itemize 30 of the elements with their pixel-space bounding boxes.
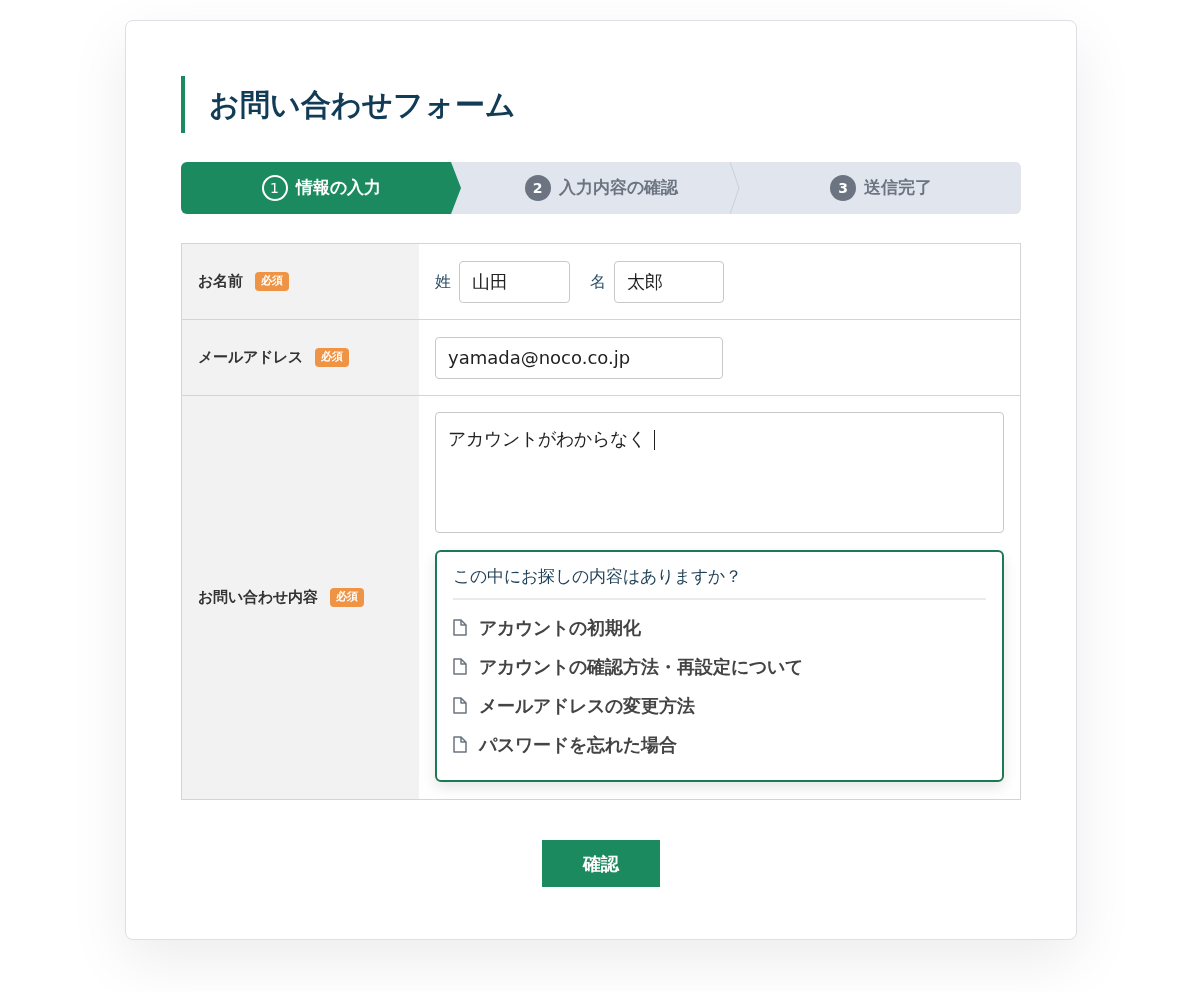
- step-number: 2: [524, 175, 551, 201]
- field-label: 姓: [435, 270, 451, 293]
- suggestion-heading: この中にお探しの内容はありますか？: [453, 564, 986, 600]
- first-name-field[interactable]: 太郎: [614, 260, 724, 303]
- required-badge: 必須: [255, 272, 289, 291]
- field-label: 名: [590, 270, 606, 293]
- step-number: 1: [261, 175, 288, 201]
- email-field[interactable]: yamada@noco.co.jp: [435, 336, 723, 379]
- document-icon: [453, 618, 467, 636]
- required-badge: 必須: [315, 348, 349, 367]
- step-separator: [729, 162, 741, 214]
- suggestion-link[interactable]: アカウントの確認方法・再設定について: [479, 652, 803, 680]
- document-icon: [453, 735, 467, 753]
- suggestion-link[interactable]: パスワードを忘れた場合: [479, 730, 677, 758]
- confirm-button[interactable]: 確認: [542, 840, 660, 887]
- document-icon: [453, 696, 467, 714]
- last-name-field[interactable]: 山田: [459, 260, 570, 303]
- suggestion-link[interactable]: メールアドレスの変更方法: [479, 691, 695, 719]
- step-label: 入力内容の確認: [558, 176, 678, 200]
- step-label: 情報の入力: [295, 176, 381, 200]
- field-label: お名前: [198, 271, 243, 293]
- suggestion-link[interactable]: アカウントの初期化: [479, 613, 641, 641]
- page-title: お問い合わせフォーム: [209, 86, 516, 124]
- step-number: 3: [830, 175, 856, 201]
- message-field[interactable]: アカウントがわからなく: [435, 412, 1004, 533]
- step-label: 送信完了: [864, 176, 932, 200]
- field-label: お問い合わせ内容: [198, 587, 318, 609]
- document-icon: [453, 657, 467, 675]
- required-badge: 必須: [330, 588, 364, 607]
- field-label: メールアドレス: [198, 347, 303, 369]
